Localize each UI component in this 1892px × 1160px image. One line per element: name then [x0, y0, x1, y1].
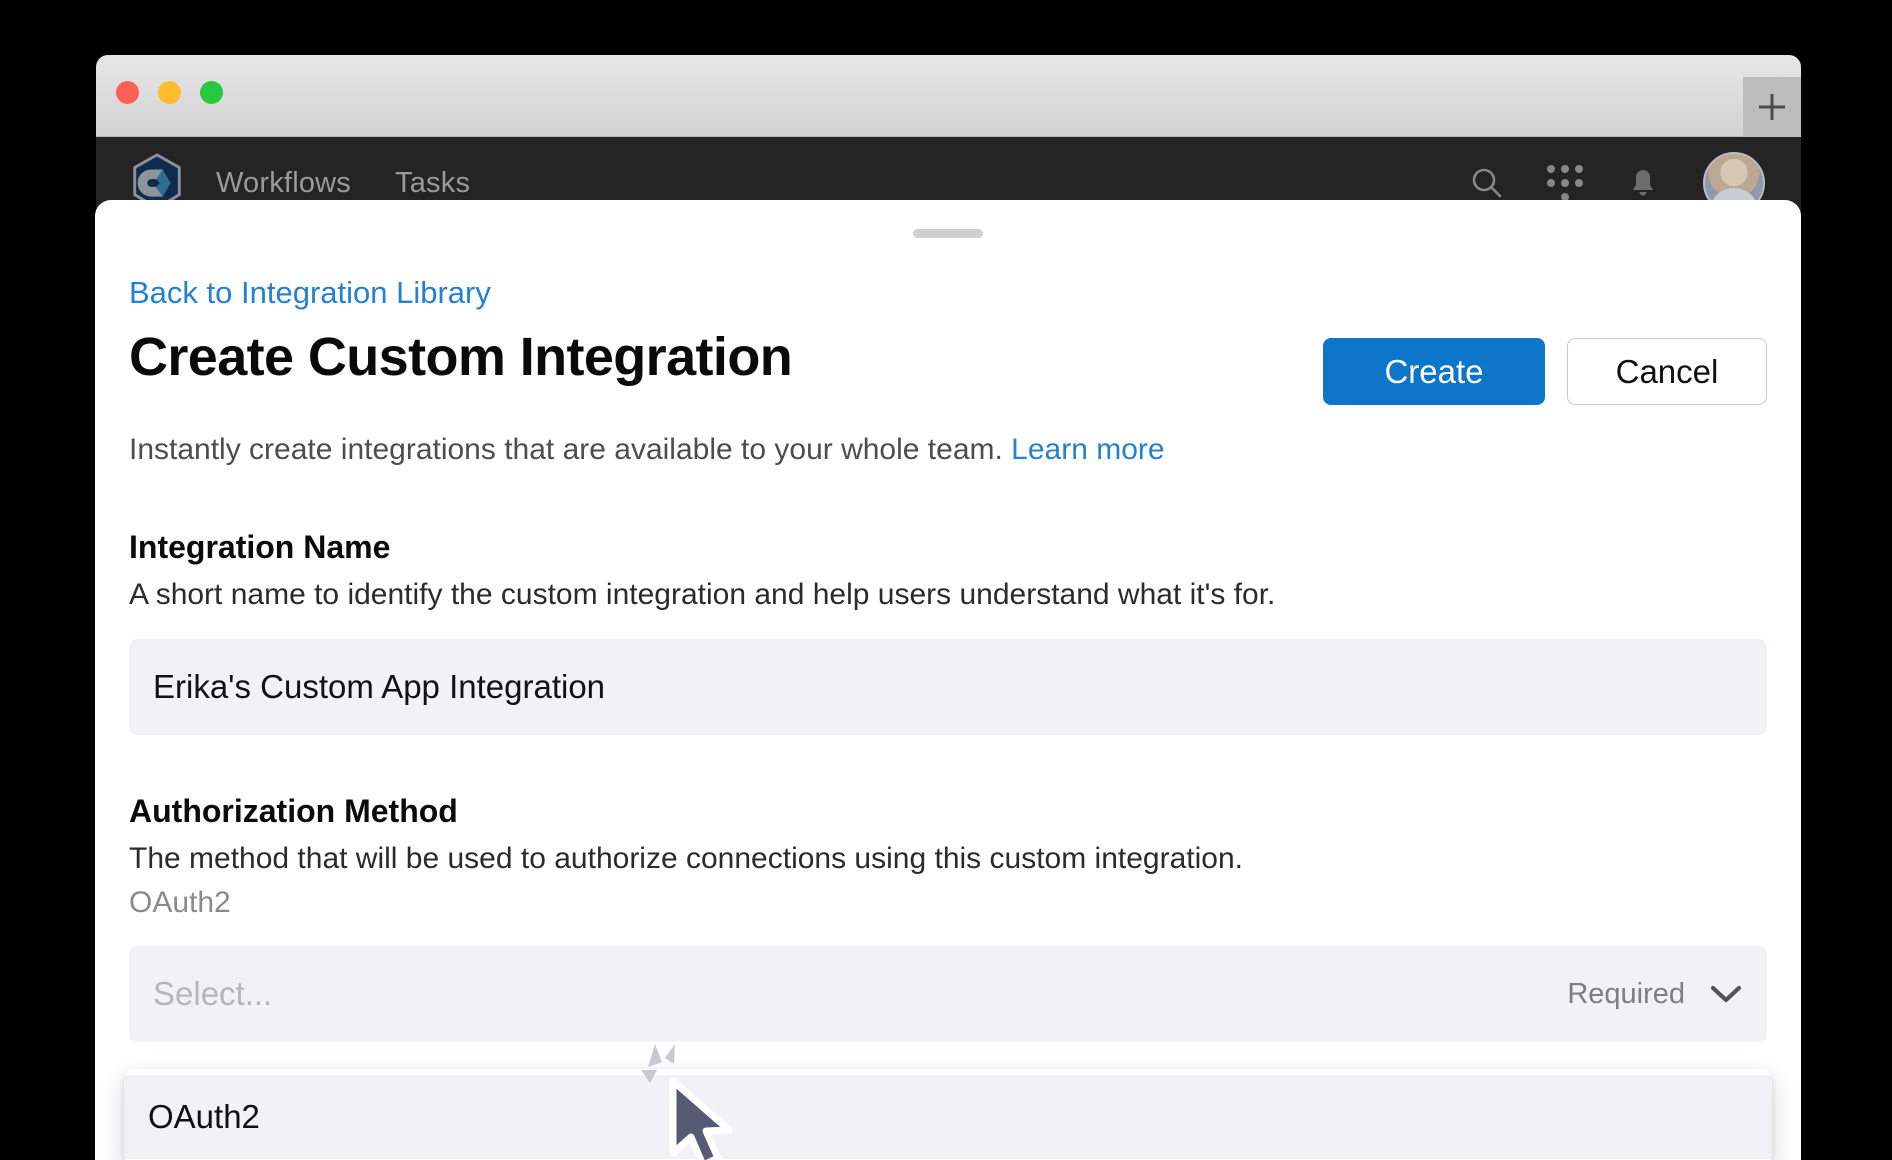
zoom-window-button[interactable] [200, 81, 223, 104]
modal-subtitle-text: Instantly create integrations that are a… [129, 433, 1003, 466]
nav-link-workflows[interactable]: Workflows [216, 167, 351, 200]
authorization-method-selected-hint: OAuth2 [129, 885, 231, 919]
create-button[interactable]: Create [1323, 338, 1545, 405]
authorization-method-description: The method that will be used to authoriz… [129, 842, 1243, 876]
screen: Workflows Tasks Back to Integration Libr… [0, 0, 1892, 1160]
window-titlebar [96, 55, 1801, 137]
notifications-bell-icon[interactable] [1625, 165, 1661, 201]
modal-subtitle: Instantly create integrations that are a… [129, 430, 1767, 471]
page-title: Create Custom Integration [129, 327, 793, 387]
new-tab-button[interactable] [1743, 77, 1801, 137]
chevron-down-icon[interactable] [1709, 983, 1743, 1005]
authorization-method-dropdown: OAuth2 [124, 1069, 1772, 1160]
cancel-button[interactable]: Cancel [1567, 338, 1767, 405]
apps-grid-icon[interactable] [1547, 165, 1583, 201]
app-nav-links: Workflows Tasks [216, 167, 470, 200]
integration-name-description: A short name to identify the custom inte… [129, 578, 1276, 612]
search-icon[interactable] [1469, 165, 1505, 201]
authorization-method-select-right: Required [1567, 978, 1743, 1011]
integration-name-section: Integration Name A short name to identif… [129, 527, 1767, 735]
authorization-method-select[interactable]: Select... Required [129, 946, 1767, 1043]
modal-header-row: Create Custom Integration Create Cancel [129, 327, 1767, 405]
modal-drag-handle[interactable] [913, 229, 983, 238]
required-label: Required [1567, 977, 1685, 1010]
authorization-method-section: Authorization Method The method that wil… [129, 791, 1767, 1043]
back-to-integration-library-link[interactable]: Back to Integration Library [129, 275, 491, 311]
modal-body: Back to Integration Library Create Custo… [95, 238, 1801, 1043]
learn-more-link[interactable]: Learn more [1011, 433, 1164, 466]
create-custom-integration-modal: Back to Integration Library Create Custo… [95, 200, 1801, 1160]
close-window-button[interactable] [116, 81, 139, 104]
modal-action-buttons: Create Cancel [1323, 338, 1767, 405]
minimize-window-button[interactable] [158, 81, 181, 104]
nav-link-tasks[interactable]: Tasks [395, 167, 470, 200]
authorization-method-select-placeholder: Select... [153, 975, 273, 1013]
integration-name-label: Integration Name [129, 528, 391, 565]
traffic-lights [116, 81, 223, 104]
plus-icon [1759, 94, 1785, 120]
dropdown-option-oauth2[interactable]: OAuth2 [124, 1075, 1772, 1159]
integration-name-input[interactable]: Erika's Custom App Integration [129, 638, 1767, 735]
authorization-method-label: Authorization Method [129, 792, 458, 829]
